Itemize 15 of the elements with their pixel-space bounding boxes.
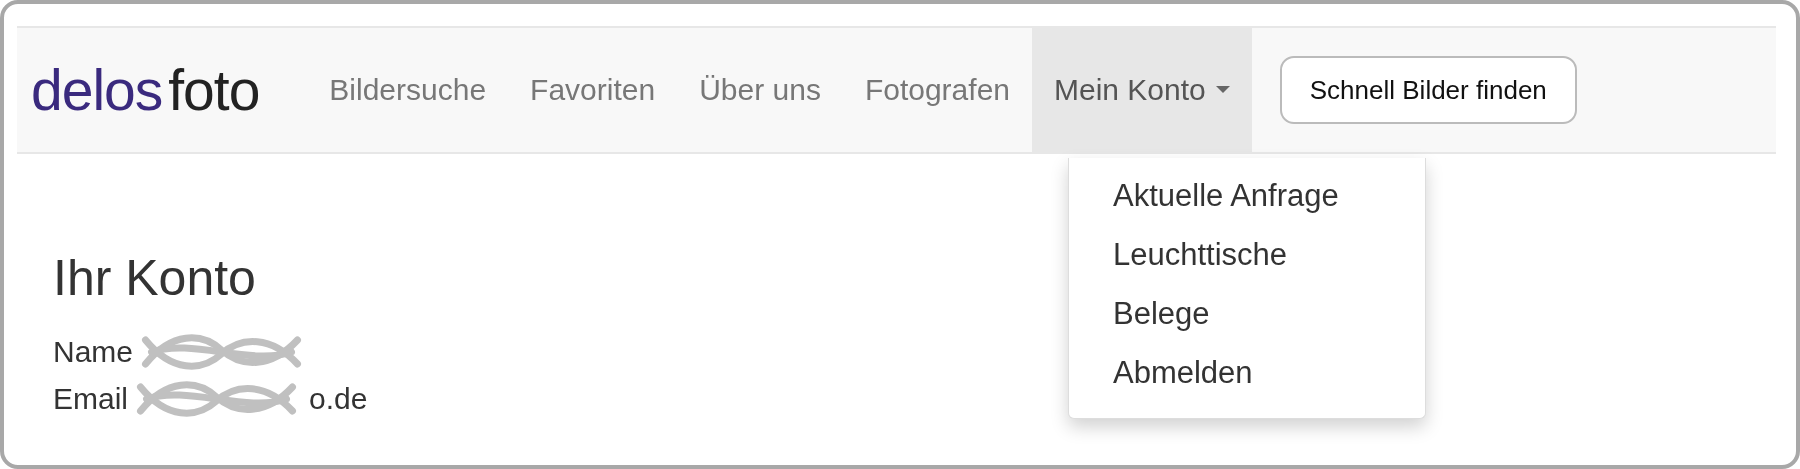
nav-link[interactable]: Mein Konto [1032, 28, 1252, 152]
field-label: Name [53, 333, 134, 370]
nav-link[interactable]: Favoriten [508, 28, 678, 152]
menu-item[interactable]: Aktuelle Anfrage [1069, 176, 1425, 215]
menu-item[interactable]: Belege [1069, 294, 1425, 333]
logo[interactable]: delosfoto [31, 28, 260, 152]
quick-search-button[interactable]: Schnell Bilder finden [1279, 56, 1577, 124]
menu-item[interactable]: Leuchttische [1069, 235, 1425, 274]
menu-item[interactable]: Abmelden [1069, 353, 1425, 392]
page-heading: Ihr Konto [53, 250, 256, 306]
email-value: o.de [309, 380, 368, 417]
nav-link[interactable]: Fotografen [842, 28, 1032, 152]
field-label: Email [53, 380, 128, 417]
nav-link[interactable]: Über uns [677, 28, 843, 152]
nav-link[interactable]: Bildersuche [307, 28, 509, 152]
